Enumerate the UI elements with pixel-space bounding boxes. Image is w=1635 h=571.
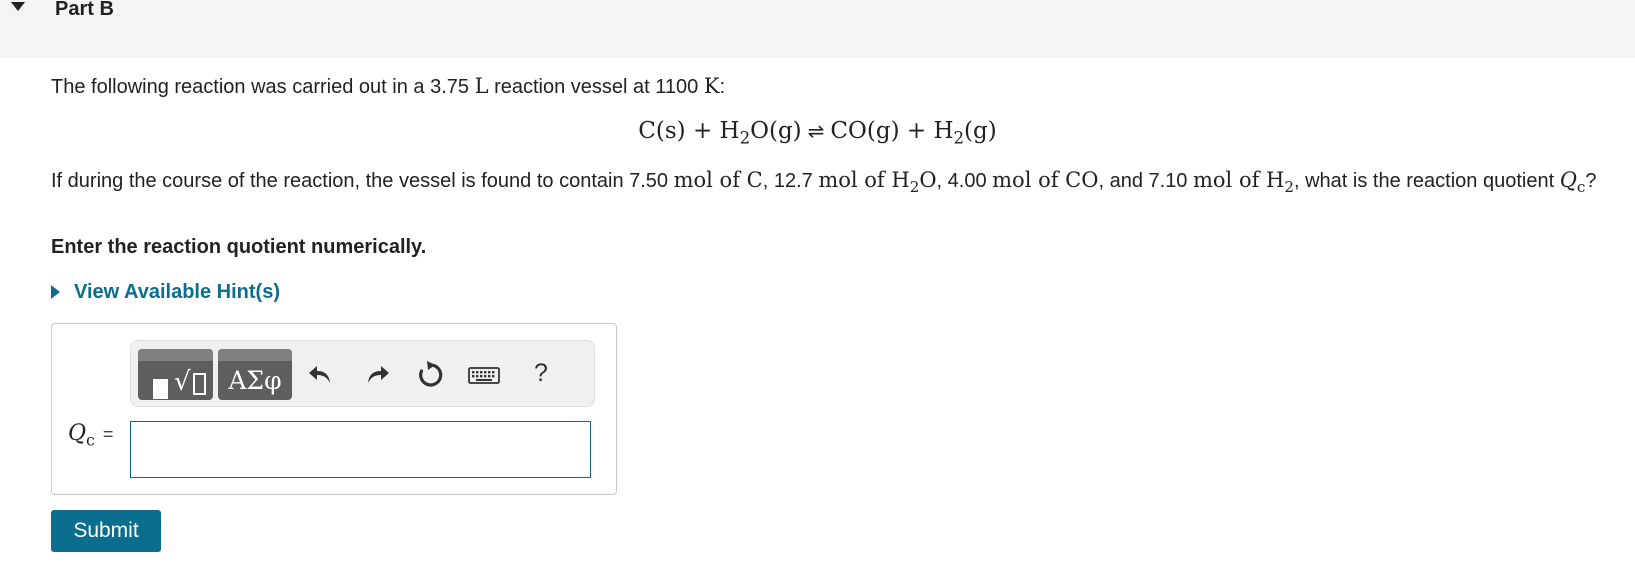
symbols-button[interactable]: ΑΣφ bbox=[218, 349, 292, 400]
products-rest: (g) bbox=[964, 118, 997, 144]
templates-button[interactable]: √ bbox=[138, 349, 213, 400]
problem-intro: The following reaction was carried out i… bbox=[51, 73, 725, 100]
intro-text-end: : bbox=[719, 76, 726, 98]
redo-icon[interactable] bbox=[362, 359, 392, 389]
answer-variable: Qc bbox=[68, 421, 95, 450]
mol-water-subscript: 2 bbox=[909, 178, 920, 197]
radical-glyph: √ bbox=[174, 367, 191, 397]
reaction-equation: C(s) + H2O(g) ⇌ CO(g) + H2(g) bbox=[0, 116, 1635, 149]
qc-symbol-q: Q bbox=[1559, 168, 1577, 192]
equation-products: CO(g) + H2(g) bbox=[830, 118, 997, 146]
mol-hydrogen: mol of H2 bbox=[1193, 168, 1294, 195]
reactants-subscript: 2 bbox=[739, 128, 751, 148]
volume-unit: L bbox=[474, 74, 489, 98]
answer-label: Qc = bbox=[68, 419, 113, 451]
qc-symbol: Qc bbox=[1559, 168, 1586, 195]
part-title: Part B bbox=[55, 0, 114, 20]
question-text-1: If during the course of the reaction, th… bbox=[51, 170, 674, 192]
part-header: Part B bbox=[0, 0, 1635, 58]
keyboard-icon[interactable] bbox=[467, 359, 501, 389]
symbols-label: ΑΣφ bbox=[228, 366, 282, 395]
intro-text-middle: reaction vessel at 1100 bbox=[488, 76, 704, 98]
mol-hydrogen-text: mol of H bbox=[1193, 168, 1285, 192]
mol-water-rest: O bbox=[919, 168, 937, 192]
mol-water-text: mol of H bbox=[818, 168, 910, 192]
help-button[interactable]: ? bbox=[529, 356, 553, 390]
answer-variable-q: Q bbox=[68, 421, 87, 446]
question-text-2: , 12.7 bbox=[762, 170, 819, 192]
reset-icon[interactable] bbox=[414, 359, 444, 389]
math-toolbar: √ ΑΣφ ? bbox=[130, 340, 595, 407]
mol-co: mol of CO bbox=[992, 168, 1099, 192]
products-subscript: 2 bbox=[953, 128, 965, 148]
caret-right-icon bbox=[51, 285, 60, 299]
equals-sign: = bbox=[102, 424, 114, 444]
intro-text-start: The following reaction was carried out i… bbox=[51, 76, 475, 98]
question-mark: ? bbox=[1585, 170, 1597, 192]
equation-reactants: C(s) + H2O(g) bbox=[638, 118, 802, 146]
mol-water: mol of H2O bbox=[818, 168, 937, 195]
undo-icon[interactable] bbox=[306, 359, 336, 389]
instruction-text: Enter the reaction quotient numerically. bbox=[51, 236, 427, 258]
view-hints-link[interactable]: View Available Hint(s) bbox=[51, 279, 280, 305]
answer-panel: √ ΑΣφ ? Qc = bbox=[51, 323, 617, 495]
collapse-triangle-icon[interactable] bbox=[11, 2, 25, 11]
answer-input[interactable] bbox=[130, 421, 591, 478]
temperature-unit: K bbox=[703, 74, 720, 98]
templates-radical-icon bbox=[153, 379, 168, 399]
mol-carbon: mol of C bbox=[673, 168, 763, 192]
reactants-text: C(s) + H bbox=[638, 118, 740, 144]
question-text-3: , 4.00 bbox=[936, 170, 993, 192]
answer-variable-subscript: c bbox=[86, 430, 95, 450]
mol-hydrogen-subscript: 2 bbox=[1284, 178, 1294, 197]
problem-question: If during the course of the reaction, th… bbox=[51, 166, 1626, 195]
products-text: CO(g) + H bbox=[830, 118, 954, 144]
reactants-rest: O(g) bbox=[750, 118, 802, 144]
question-text-4: , and 7.10 bbox=[1098, 170, 1193, 192]
equilibrium-arrow-icon: ⇌ bbox=[807, 121, 825, 143]
hint-label: View Available Hint(s) bbox=[74, 281, 280, 303]
question-text-5: , what is the reaction quotient bbox=[1293, 170, 1555, 192]
submit-button[interactable]: Submit bbox=[51, 510, 161, 552]
radicand-box bbox=[193, 373, 206, 395]
